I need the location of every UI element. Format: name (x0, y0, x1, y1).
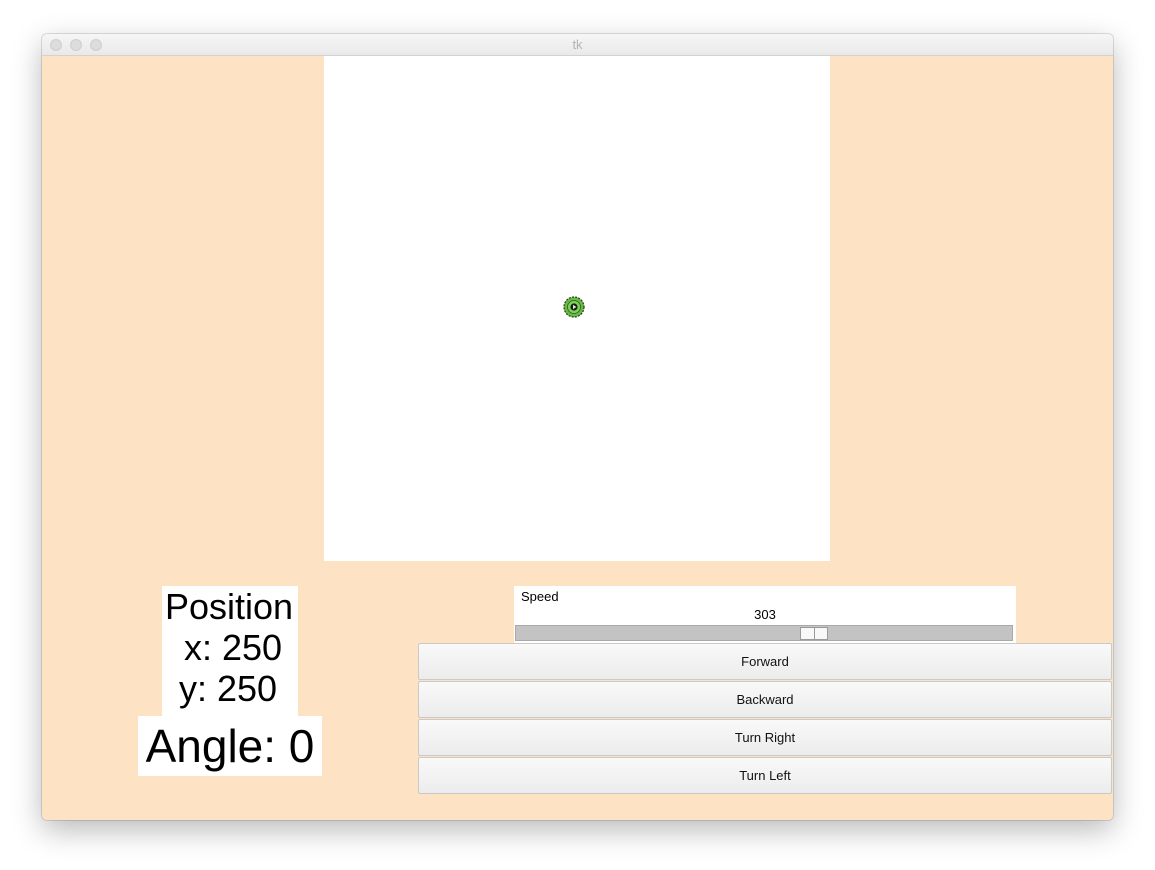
speed-slider-thumb[interactable] (799, 627, 828, 640)
forward-button[interactable]: Forward (418, 643, 1112, 680)
main-content: Position x: 250 y: 250 Angle: 0 Speed 30… (42, 56, 1113, 820)
speed-label: Speed (521, 589, 559, 604)
speed-scale: Speed 303 (514, 586, 1016, 643)
position-x: x: 250 (184, 627, 283, 668)
app-window: tk Position x: 250 y: 250 Angle: 0 Speed… (42, 34, 1113, 820)
speed-slider-trough[interactable] (515, 625, 1013, 641)
angle-readout: Angle: 0 (138, 716, 322, 776)
position-y: y: 250 (179, 668, 278, 709)
speed-value: 303 (754, 607, 776, 622)
robot-icon (563, 296, 585, 318)
title-bar: tk (42, 34, 1113, 56)
turn-right-button[interactable]: Turn Right (418, 719, 1112, 756)
drawing-canvas (324, 56, 830, 561)
turn-left-button[interactable]: Turn Left (418, 757, 1112, 794)
backward-button[interactable]: Backward (418, 681, 1112, 718)
position-readout: Position x: 250 y: 250 (162, 586, 298, 716)
position-heading: Position (165, 586, 294, 627)
window-title: tk (572, 37, 583, 52)
